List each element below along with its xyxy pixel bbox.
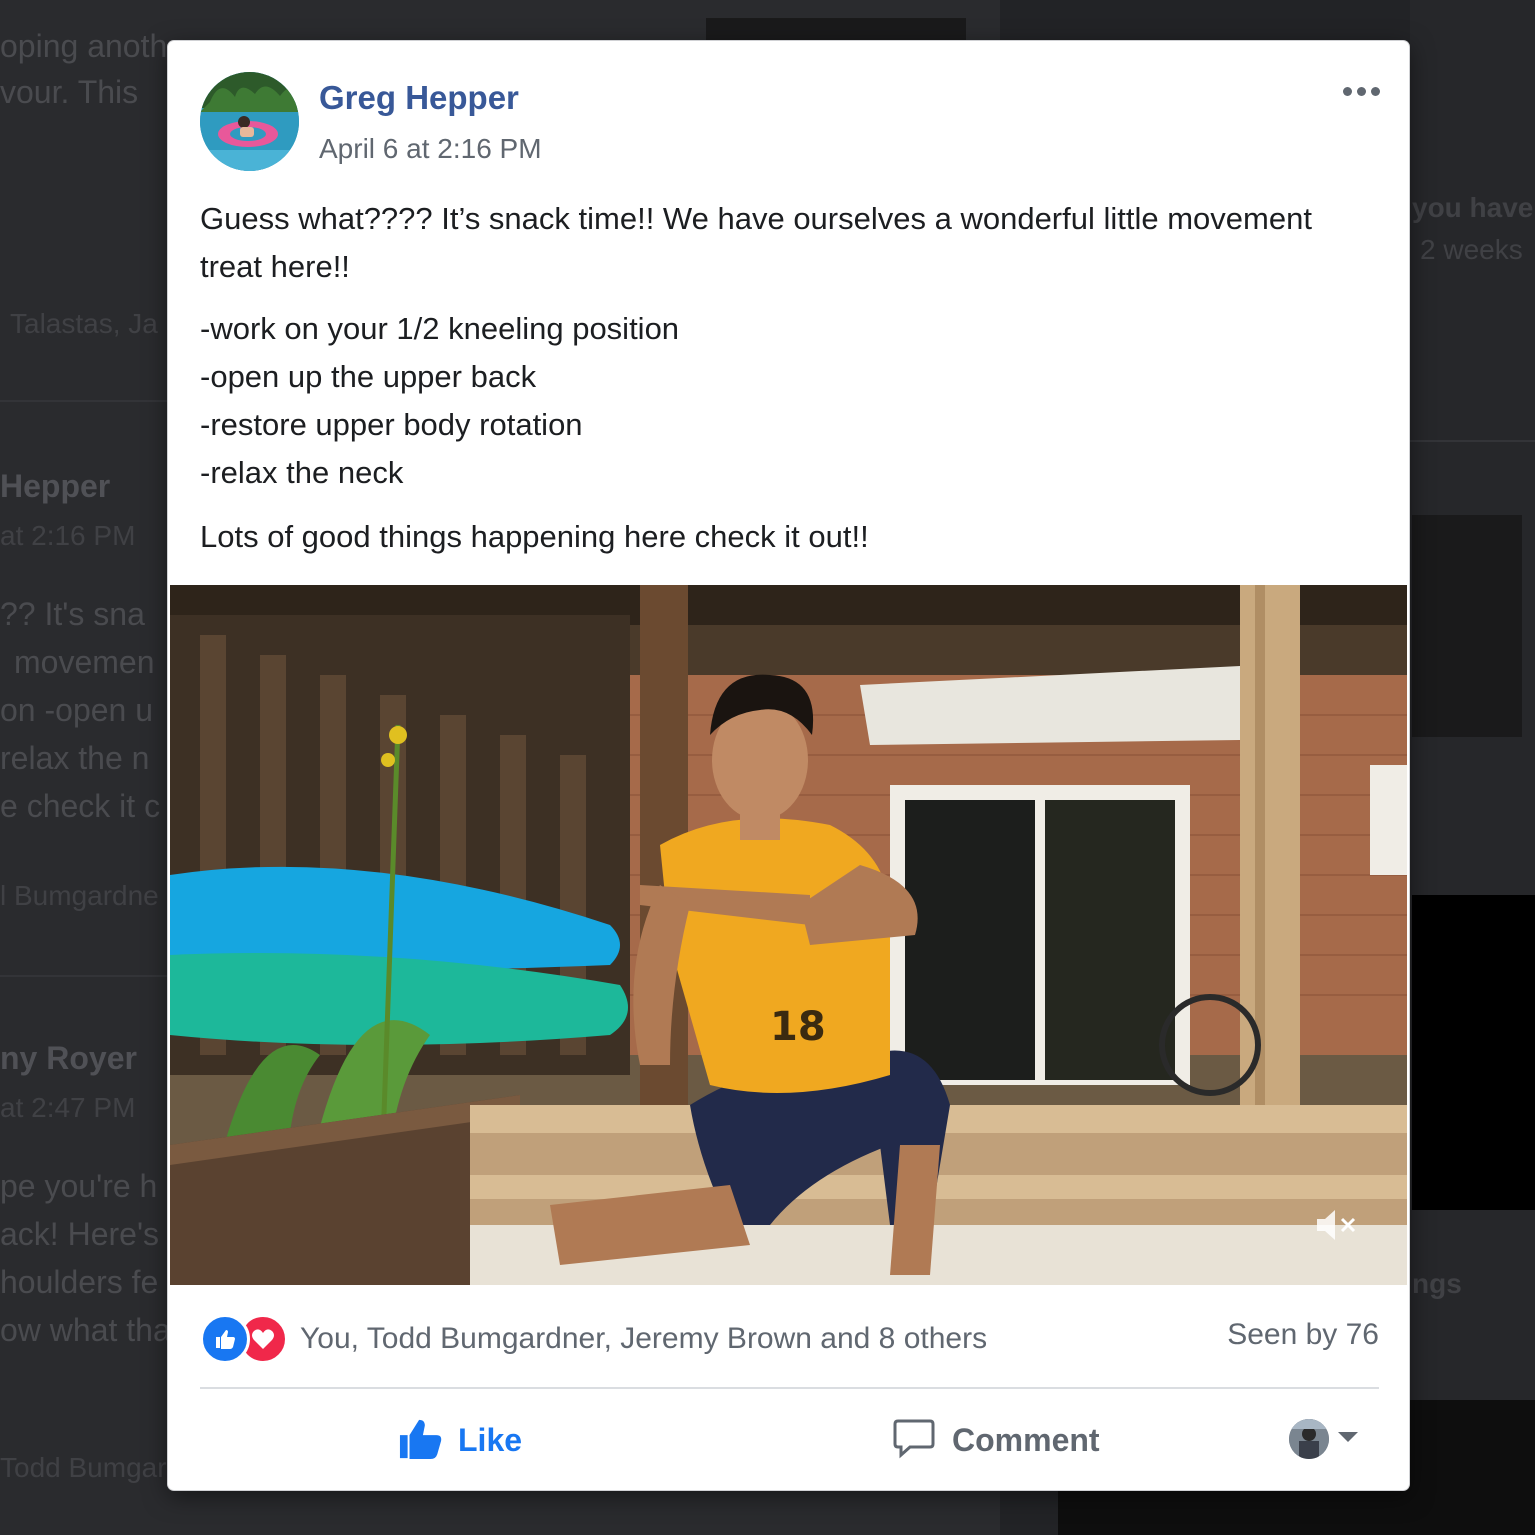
background-text: on -open u — [0, 692, 154, 728]
like-button[interactable]: Like — [398, 1411, 522, 1469]
comment-button[interactable]: Comment — [892, 1411, 1100, 1469]
actions-divider — [200, 1387, 1379, 1389]
background-divider — [1410, 440, 1535, 442]
post-body: Guess what???? It’s snack time!! We have… — [200, 195, 1370, 561]
bullet-item: -open up the upper back — [200, 359, 537, 394]
bullet-item: -work on your 1/2 kneeling position — [200, 311, 680, 346]
seen-by-count[interactable]: Seen by 76 — [1227, 1318, 1379, 1352]
background-sidebar-column — [1410, 0, 1535, 1535]
background-text: ngs — [1412, 1268, 1462, 1299]
chevron-down-icon — [1337, 1430, 1359, 1449]
background-text: relax the n — [0, 740, 150, 776]
post-actions-bar: Like Comment — [168, 1401, 1409, 1477]
background-text: at 2:47 PM — [0, 1092, 136, 1123]
thumbs-up-icon — [200, 1314, 250, 1364]
svg-text:18: 18 — [770, 1004, 826, 1050]
background-text: e check it c — [0, 788, 161, 824]
background-text: ?? It's sna — [0, 596, 145, 632]
author-avatar[interactable] — [200, 72, 299, 171]
background-text: you have — [1412, 192, 1534, 223]
post-timestamp[interactable]: April 6 at 2:16 PM — [319, 133, 542, 165]
like-label: Like — [458, 1421, 523, 1458]
background-divider — [0, 975, 168, 977]
background-text: movemen — [14, 644, 155, 680]
reactions-summary[interactable]: You, Todd Bumgardner, Jeremy Brown and 8… — [200, 1309, 987, 1369]
background-text: Talastas, Ja — [10, 308, 158, 339]
background-text: vour. This — [0, 74, 139, 110]
background-thumbnail — [706, 18, 966, 40]
bullet-item: -relax the neck — [200, 455, 404, 490]
comment-icon — [892, 1417, 936, 1464]
background-text: Todd Bumgar — [0, 1452, 167, 1483]
background-text: pe you're h — [0, 1168, 158, 1204]
background-divider — [0, 400, 168, 402]
bullet-item: -restore upper body rotation — [200, 407, 583, 442]
background-text: houlders fe — [0, 1264, 159, 1300]
reactions-names-link[interactable]: You, Todd Bumgardner, Jeremy Brown and 8… — [300, 1322, 987, 1356]
background-thumbnail — [1412, 515, 1522, 737]
post-closing: Lots of good things happening here check… — [200, 519, 869, 554]
avatar-image — [200, 72, 299, 171]
background-text: oping anoth — [0, 28, 168, 64]
like-icon — [398, 1416, 444, 1465]
more-options-icon[interactable] — [1337, 71, 1385, 111]
background-thumbnail — [1412, 895, 1535, 1210]
author-name-link[interactable]: Greg Hepper — [319, 79, 519, 117]
profile-avatar — [1289, 1419, 1329, 1459]
background-text: Hepper — [0, 468, 111, 504]
post-as-selector[interactable] — [1289, 1417, 1359, 1461]
background-text: at 2:16 PM — [0, 520, 136, 551]
post-intro: Guess what???? It’s snack time!! We have… — [200, 201, 1312, 284]
background-text: ack! Here's — [0, 1216, 160, 1252]
background-text: l Bumgardne — [0, 880, 159, 911]
comment-label: Comment — [952, 1421, 1100, 1458]
mute-icon[interactable] — [1313, 1205, 1359, 1245]
video-frame: 18 — [170, 585, 1407, 1285]
background-text: ow what tha — [0, 1312, 171, 1348]
post-card: Greg Hepper April 6 at 2:16 PM Guess wha… — [168, 41, 1409, 1490]
background-text: ny Royer — [0, 1040, 137, 1076]
video-player[interactable]: 18 — [170, 585, 1407, 1285]
background-text: 2 weeks — [1420, 234, 1523, 265]
